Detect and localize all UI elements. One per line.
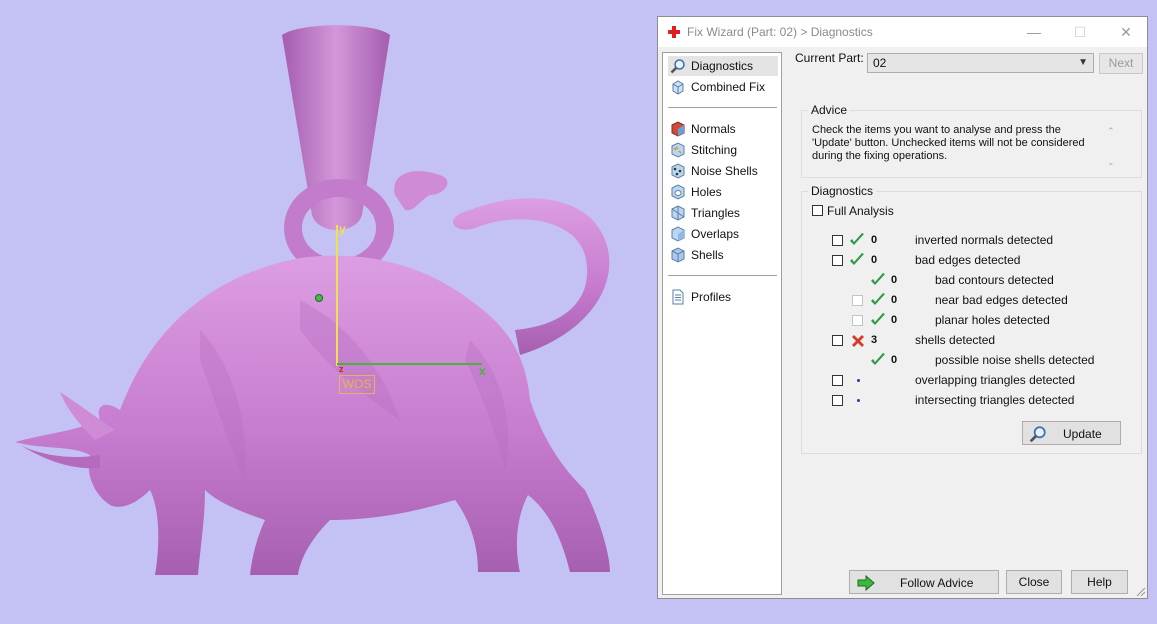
check-icon: [850, 233, 864, 245]
triangles-icon: [671, 205, 685, 221]
help-button[interactable]: Help: [1071, 570, 1128, 594]
fix-wizard-window: Fix Wizard (Part: 02) > Diagnostics — ☐ …: [657, 16, 1148, 599]
y-axis-label: y: [339, 222, 346, 236]
row-count: 0: [891, 354, 898, 366]
sidebar-item-noise-shells[interactable]: Noise Shells: [668, 161, 778, 181]
row-count: 0: [871, 234, 878, 246]
magnifier-icon: [1029, 426, 1046, 443]
sidebar-item-profiles[interactable]: Profiles: [668, 287, 778, 307]
shells-checkbox[interactable]: [832, 335, 843, 346]
sidebar-item-triangles[interactable]: Triangles: [668, 203, 778, 223]
scroll-down-icon[interactable]: ⌄: [1107, 157, 1115, 168]
update-button[interactable]: Update: [1022, 421, 1121, 445]
sidebar-item-shells[interactable]: Shells: [668, 245, 778, 265]
follow-advice-button[interactable]: Follow Advice: [849, 570, 999, 594]
sidebar-item-label: Triangles: [691, 206, 740, 220]
overlapping-triangles-checkbox[interactable]: [832, 375, 843, 386]
magnifier-icon: [670, 59, 685, 74]
sidebar-item-normals[interactable]: Normals: [668, 119, 778, 139]
title-bar[interactable]: Fix Wizard (Part: 02) > Diagnostics — ☐ …: [658, 17, 1147, 47]
sidebar-divider: [668, 107, 777, 108]
overlaps-icon: [671, 226, 685, 242]
current-part-value: 02: [873, 56, 887, 70]
document-icon: [672, 289, 684, 305]
maximize-button[interactable]: ☐: [1057, 17, 1103, 47]
check-icon: [871, 313, 885, 325]
z-axis-label: z: [339, 364, 344, 374]
row-count: 3: [871, 334, 878, 346]
shells-icon: [671, 247, 685, 263]
normals-icon: [671, 121, 685, 137]
check-icon: [871, 273, 885, 285]
sidebar-item-label: Normals: [691, 122, 736, 136]
row-label: inverted normals detected: [915, 233, 1054, 247]
sidebar-item-combined-fix[interactable]: Combined Fix: [668, 77, 778, 97]
3d-viewport[interactable]: y x z WOS: [0, 0, 657, 624]
fix-sidebar: Diagnostics Combined Fix Normals Stitchi…: [662, 52, 782, 595]
row-count: 0: [891, 314, 898, 326]
sidebar-item-label: Overlaps: [691, 227, 740, 241]
intersecting-triangles-checkbox[interactable]: [832, 395, 843, 406]
row-count: 0: [871, 254, 878, 266]
full-analysis-label: Full Analysis: [827, 204, 894, 218]
sidebar-item-label: Stitching: [691, 143, 738, 157]
resize-grip-icon[interactable]: [1135, 586, 1146, 597]
sidebar-item-label: Profiles: [691, 290, 732, 304]
pending-dot-icon: [857, 379, 860, 382]
sidebar-divider: [668, 275, 777, 276]
close-button[interactable]: Close: [1006, 570, 1062, 594]
row-label: shells detected: [915, 333, 996, 347]
update-label: Update: [1063, 427, 1102, 441]
sidebar-item-overlaps[interactable]: Overlaps: [668, 224, 778, 244]
row-label: near bad edges detected: [935, 293, 1068, 307]
inverted-normals-checkbox[interactable]: [832, 235, 843, 246]
check-icon: [871, 293, 885, 305]
minimize-button[interactable]: —: [1011, 17, 1057, 47]
sidebar-item-label: Noise Shells: [691, 164, 758, 178]
sidebar-item-label: Diagnostics: [691, 59, 754, 73]
noise-shells-icon: [671, 163, 685, 179]
green-arrow-icon: [857, 574, 875, 592]
x-axis-label: x: [479, 364, 486, 378]
scroll-up-icon[interactable]: ⌃: [1107, 126, 1115, 137]
sidebar-item-label: Shells: [691, 248, 724, 262]
sidebar-item-stitching[interactable]: Stitching: [668, 140, 778, 160]
holes-icon: [671, 184, 685, 200]
medical-cross-icon: [668, 26, 680, 38]
current-part-select[interactable]: 02 ▼: [867, 53, 1094, 73]
wos-label: WOS: [339, 375, 375, 394]
follow-advice-label: Follow Advice: [900, 576, 974, 590]
row-count: 0: [891, 274, 898, 286]
cube-icon: [672, 80, 684, 95]
sidebar-item-label: Holes: [691, 185, 722, 199]
window-title: Fix Wizard (Part: 02) > Diagnostics: [687, 25, 873, 39]
sidebar-item-label: Combined Fix: [691, 80, 766, 94]
check-icon: [871, 353, 885, 365]
error-x-icon: [852, 335, 864, 347]
diagnostics-title: Diagnostics: [808, 184, 877, 198]
check-icon: [850, 253, 864, 265]
row-label: bad contours detected: [935, 273, 1054, 287]
sidebar-item-diagnostics[interactable]: Diagnostics: [668, 56, 778, 76]
planar-holes-checkbox[interactable]: [852, 315, 863, 326]
row-label: possible noise shells detected: [935, 353, 1095, 367]
close-window-button[interactable]: ✕: [1103, 17, 1149, 47]
full-analysis-checkbox[interactable]: [812, 205, 823, 216]
stitching-icon: [671, 142, 685, 158]
row-count: 0: [891, 294, 898, 306]
advice-text: Check the items you want to analyse and …: [812, 124, 1085, 162]
row-label: bad edges detected: [915, 253, 1021, 267]
row-label: intersecting triangles detected: [915, 393, 1075, 407]
bad-edges-checkbox[interactable]: [832, 255, 843, 266]
pending-dot-icon: [857, 399, 860, 402]
chevron-down-icon: ▼: [1078, 57, 1088, 68]
bull-pendant-model[interactable]: [0, 0, 657, 624]
near-bad-edges-checkbox[interactable]: [852, 295, 863, 306]
row-label: overlapping triangles detected: [915, 373, 1076, 387]
advice-title: Advice: [808, 103, 851, 117]
current-part-label: Current Part:: [795, 51, 864, 65]
next-button[interactable]: Next: [1099, 53, 1143, 74]
row-label: planar holes detected: [935, 313, 1050, 327]
sidebar-item-holes[interactable]: Holes: [668, 182, 778, 202]
